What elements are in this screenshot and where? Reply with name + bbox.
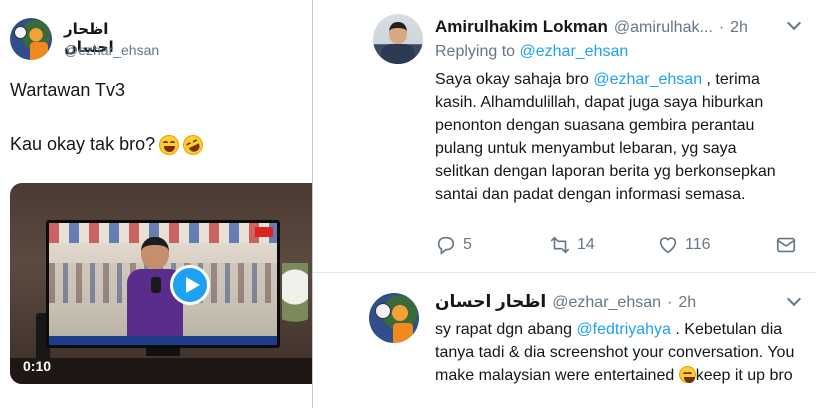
reply2-timestamp[interactable]: 2h <box>678 294 696 312</box>
reply2-text-start: sy rapat dgn abang <box>435 321 577 338</box>
tweet-text-line1: Wartawan Tv3 <box>10 80 126 100</box>
separator-dot: · <box>667 294 673 311</box>
replying-to-link[interactable]: @ezhar_ehsan <box>520 43 629 60</box>
reply-icon <box>437 236 455 255</box>
tv-frame <box>46 220 280 348</box>
reply1-author-handle[interactable]: @amirulhak... <box>614 19 713 37</box>
news-ticker <box>49 336 277 345</box>
reply1-author-name[interactable]: Amirulhakim Lokman <box>435 17 608 37</box>
tv-screen <box>49 223 277 345</box>
jersey-graphic <box>393 323 413 343</box>
chevron-down-icon[interactable] <box>786 291 802 307</box>
replying-to-label: Replying to <box>435 43 516 60</box>
reply1-header: Amirulhakim Lokman @amirulhak... · 2h <box>435 17 748 37</box>
reply1-timestamp[interactable]: 2h <box>730 19 748 37</box>
reply1-text-start: Saya okay sahaja bro <box>435 71 594 88</box>
envelope-icon <box>776 237 796 253</box>
reply1-actions: 5 14 116 <box>435 234 807 258</box>
channel-logo <box>255 227 273 237</box>
rolling-on-floor-laughing-icon <box>179 131 207 158</box>
smiling-face-with-smiling-eyes-icon <box>678 366 696 383</box>
reply-count: 5 <box>463 236 472 253</box>
reply-divider <box>313 272 816 273</box>
reply2-author-handle[interactable]: @ezhar_ehsan <box>552 294 661 312</box>
replies-panel: Amirulhakim Lokman @amirulhak... · 2h Re… <box>312 0 816 408</box>
retweet-count: 14 <box>577 236 595 253</box>
reply2-text-end: keep it up bro <box>695 367 793 384</box>
reply2-author-name[interactable]: اظحار احسان <box>435 292 546 312</box>
jersey-graphic <box>30 42 48 60</box>
grinning-squinting-face-icon <box>159 134 180 155</box>
video-player[interactable]: 0:10 <box>10 183 312 384</box>
video-duration: 0:10 <box>23 358 52 374</box>
reply2-mention-link[interactable]: @fedtriyahya <box>576 321 671 338</box>
football-graphic <box>14 26 27 39</box>
author-avatar[interactable] <box>10 18 52 60</box>
separator-dot: · <box>718 19 725 36</box>
like-button[interactable]: 116 <box>657 234 711 256</box>
author-handle[interactable]: @ezhar_ehsan <box>64 42 159 58</box>
original-tweet: اظحار احسان @ezhar_ehsan Wartawan Tv3 Ka… <box>0 0 312 408</box>
chevron-down-icon[interactable] <box>786 15 802 31</box>
reply-button[interactable]: 5 <box>435 234 472 256</box>
retweet-icon <box>550 236 570 254</box>
football-graphic <box>375 303 391 319</box>
plant-graphic <box>282 263 308 343</box>
play-button-icon[interactable] <box>170 265 210 305</box>
retweet-button[interactable]: 14 <box>549 234 595 256</box>
reply1-mention-link[interactable]: @ezhar_ehsan <box>593 71 702 88</box>
tweet-text-line2: Kau okay tak bro? <box>10 131 207 158</box>
reply1-text-rest: , terima kasih. Alhamdulillah, dapat jug… <box>435 71 776 203</box>
direct-message-button[interactable] <box>775 234 797 256</box>
like-count: 116 <box>685 236 711 253</box>
reply2-avatar[interactable] <box>369 293 419 343</box>
reply1-avatar[interactable] <box>373 14 423 64</box>
reply2-header: اظحار احسان @ezhar_ehsan · 2h <box>435 292 696 312</box>
reply1-text: Saya okay sahaja bro @ezhar_ehsan , teri… <box>435 68 795 206</box>
replying-to: Replying to @ezhar_ehsan <box>435 43 628 61</box>
heart-icon <box>659 237 677 254</box>
microphone-icon <box>151 277 161 293</box>
reply2-text: sy rapat dgn abang @fedtriyahya . Kebetu… <box>435 318 795 387</box>
tweet-text-line2-label: Kau okay tak bro? <box>10 134 156 154</box>
